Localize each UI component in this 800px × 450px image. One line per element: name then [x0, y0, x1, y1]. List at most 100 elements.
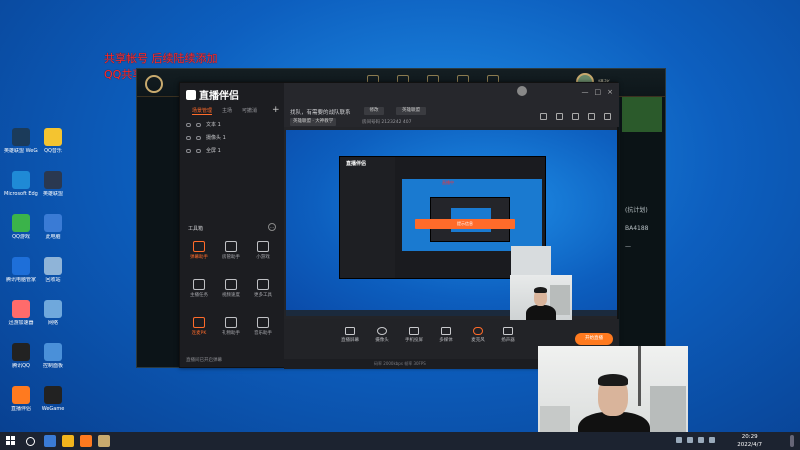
- tool-button[interactable]: 视频速度: [216, 279, 246, 298]
- desktop-icon[interactable]: 腾讯电脑管家: [4, 257, 38, 283]
- tab-scene-manage[interactable]: 场景管理: [192, 107, 213, 115]
- game-client-taskbar-icon[interactable]: [98, 435, 110, 447]
- lock-icon[interactable]: [196, 122, 201, 127]
- gift-icon[interactable]: [540, 113, 547, 120]
- notice-banner[interactable]: 提示信息: [415, 219, 515, 229]
- bell-icon[interactable]: [588, 113, 595, 120]
- tray-shield-icon[interactable]: [698, 437, 704, 443]
- settings-icon[interactable]: [604, 113, 611, 120]
- eye-icon[interactable]: [186, 122, 191, 127]
- maximize-icon[interactable]: □: [595, 88, 602, 96]
- edit-title-button[interactable]: 修改: [364, 107, 384, 115]
- desktop-icon[interactable]: QQ游戏: [4, 214, 38, 240]
- nested-left-panel: 直播伴侣: [340, 157, 395, 278]
- task-view-icon[interactable]: [44, 435, 56, 447]
- lock-icon[interactable]: [196, 135, 201, 140]
- tool-label: 小游戏: [256, 255, 270, 260]
- taskbar-clock[interactable]: 20:29 2022/4/7: [737, 433, 762, 449]
- eye-icon[interactable]: [186, 135, 191, 140]
- game-right-panel: (抗计划) BA4188 —: [620, 97, 665, 367]
- tool-button[interactable]: 礼物助手: [216, 317, 246, 336]
- tool-button[interactable]: 房管助手: [216, 241, 246, 260]
- tray-ime-icon[interactable]: [709, 437, 715, 443]
- app-logo-icon: [186, 89, 196, 100]
- start-live-button[interactable]: 开始直播: [575, 333, 613, 345]
- close-icon[interactable]: ×: [607, 88, 613, 96]
- live-companion-taskbar-icon[interactable]: [80, 435, 92, 447]
- category-badge[interactable]: 英雄联盟 · 大神教学: [290, 118, 337, 126]
- tool-label: 音乐助手: [254, 331, 272, 336]
- game-logo-icon: [145, 75, 163, 93]
- desktop-icon[interactable]: 控制面板: [36, 343, 70, 369]
- add-scene-button[interactable]: +: [272, 105, 280, 115]
- app-icon: [44, 257, 62, 275]
- control-label: 手机投屏: [405, 338, 423, 343]
- scene-item-camera[interactable]: 摄像头 1: [186, 134, 226, 141]
- desktop-icon-label: QQ游戏: [12, 234, 30, 240]
- lock-icon[interactable]: [196, 148, 201, 153]
- tool-label: 视频速度: [222, 293, 240, 298]
- tool-icon: [257, 241, 269, 252]
- app-icon: [44, 386, 62, 404]
- desktop-icon[interactable]: 直播伴侣: [4, 386, 38, 412]
- tool-button[interactable]: 弹幕助手: [184, 241, 214, 260]
- tool-label: 礼物助手: [222, 331, 240, 336]
- desktop-icon[interactable]: 网络: [36, 300, 70, 326]
- lock-icon[interactable]: [556, 113, 563, 120]
- tool-button[interactable]: 小游戏: [248, 241, 278, 260]
- tab-undo[interactable]: 可撤消: [242, 107, 257, 115]
- search-icon[interactable]: [26, 437, 35, 446]
- app-icon: [44, 214, 62, 232]
- desktop-icon[interactable]: 此电脑: [36, 214, 70, 240]
- file-explorer-icon[interactable]: [62, 435, 74, 447]
- tool-button[interactable]: 主播任务: [184, 279, 214, 298]
- desktop-icon[interactable]: WeGame: [36, 386, 70, 412]
- show-desktop-button[interactable]: [790, 435, 794, 447]
- tool-icon: [257, 279, 269, 290]
- avatar[interactable]: [517, 86, 527, 96]
- media-button[interactable]: 多媒体: [434, 327, 458, 343]
- play-icon: [441, 327, 451, 335]
- tool-button[interactable]: 更多工具: [248, 279, 278, 298]
- more-tools-button[interactable]: …: [268, 223, 276, 231]
- desktop-icon[interactable]: 迅游加速器: [4, 300, 38, 326]
- desktop-icon-label: 腾讯QQ: [12, 363, 30, 369]
- scene-item-text[interactable]: 文本 1: [186, 121, 221, 128]
- phone-cast-button[interactable]: 手机投屏: [402, 327, 426, 343]
- eye-icon[interactable]: [186, 148, 191, 153]
- tab-main[interactable]: 主场: [222, 107, 232, 115]
- desktop-icon-label: 英雄联盟: [42, 191, 63, 197]
- app-header: — □ × 找队，有需要的战队联系 修改 英雄联盟 英雄联盟 · 大神教学 房间…: [284, 83, 619, 127]
- desktop-icon[interactable]: Microsoft Edge: [4, 171, 38, 197]
- desktop-icon-label: 英雄联盟 WeGame版: [4, 148, 38, 154]
- windows-start-icon[interactable]: [6, 436, 16, 446]
- tool-button[interactable]: 连麦PK: [184, 317, 214, 336]
- tool-button[interactable]: 音乐助手: [248, 317, 278, 336]
- screen-capture-button[interactable]: 直播屏幕: [338, 327, 362, 343]
- desktop-icon[interactable]: 回收站: [36, 257, 70, 283]
- clock-date: 2022/4/7: [737, 442, 762, 448]
- control-label: 直播屏幕: [341, 338, 359, 343]
- app-main-area: — □ × 找队，有需要的战队联系 修改 英雄联盟 英雄联盟 · 大神教学 房间…: [284, 83, 619, 369]
- game-tag-button[interactable]: 英雄联盟: [396, 107, 426, 115]
- speaker-button[interactable]: 扬声器: [496, 327, 520, 343]
- minimize-icon[interactable]: —: [582, 88, 589, 96]
- desktop-icon[interactable]: 腾讯QQ: [4, 343, 38, 369]
- app-left-panel: 直播伴侣 场景管理 主场 可撤消 + 文本 1 摄像头 1 全屏 1 工具箱 ……: [180, 83, 284, 367]
- tray-network-icon[interactable]: [676, 437, 682, 443]
- camera-button[interactable]: 摄像头: [370, 327, 394, 343]
- desktop-icon-label: WeGame: [41, 406, 65, 412]
- webcam-small: [510, 275, 572, 320]
- desktop-icon[interactable]: QQ音乐: [36, 128, 70, 154]
- share-icon[interactable]: [572, 113, 579, 120]
- microphone-button[interactable]: 麦克风: [466, 327, 490, 343]
- desktop-icon[interactable]: 英雄联盟: [36, 171, 70, 197]
- monitor-icon: [345, 327, 355, 335]
- app-icon: [12, 386, 30, 404]
- tool-icon: [225, 279, 237, 290]
- scene-item-fullscreen[interactable]: 全屏 1: [186, 147, 221, 154]
- tool-label: 连麦PK: [191, 331, 207, 336]
- person-hair: [598, 374, 628, 386]
- desktop-icon[interactable]: 英雄联盟 WeGame版: [4, 128, 38, 154]
- tray-volume-icon[interactable]: [687, 437, 693, 443]
